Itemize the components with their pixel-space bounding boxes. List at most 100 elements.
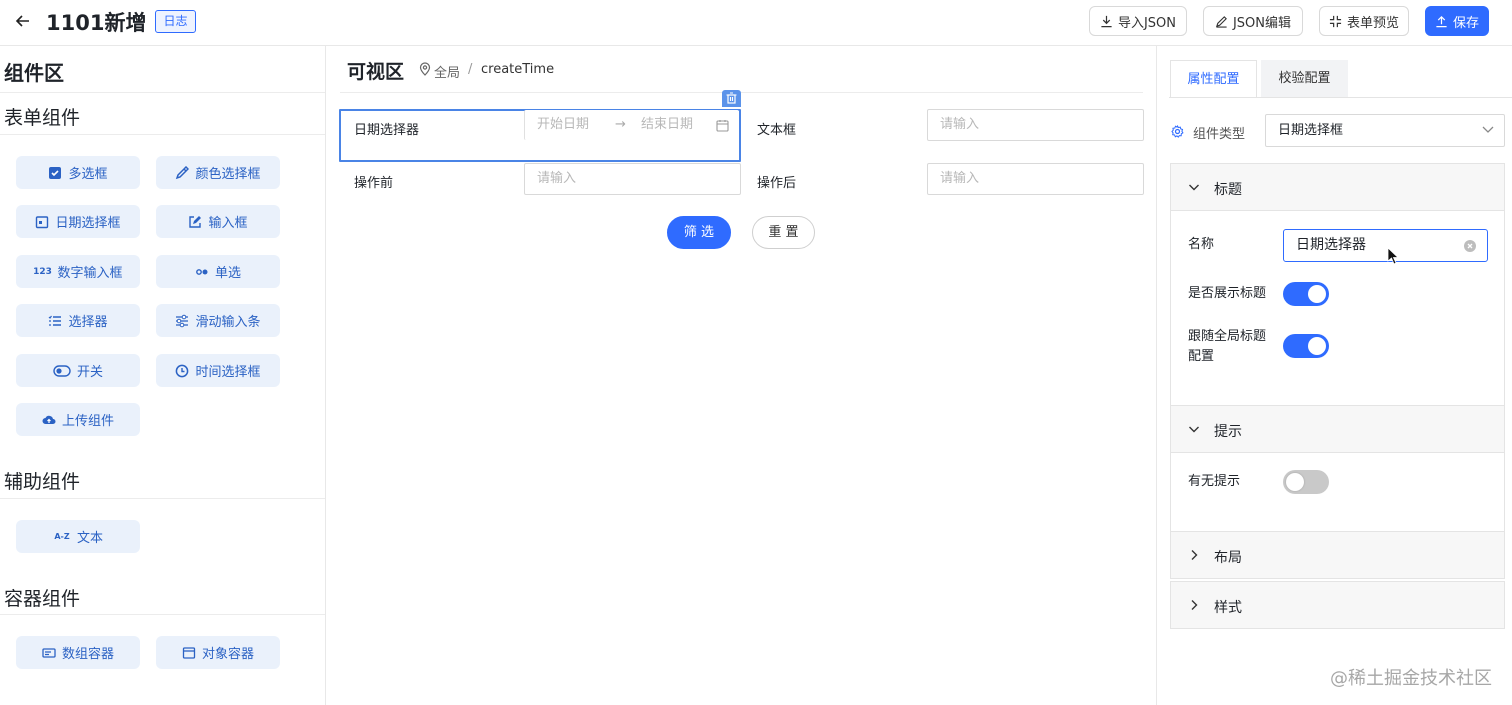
component-switch[interactable]: 开关 [16, 354, 140, 387]
component-object-container[interactable]: 对象容器 [156, 636, 280, 669]
save-label: 保存 [1452, 15, 1479, 31]
component-slider[interactable]: 滑动输入条 [156, 304, 280, 337]
component-time-picker[interactable]: 时间选择框 [156, 354, 280, 387]
panel-hint-body: 有无提示 [1170, 453, 1505, 531]
name-input-value: 日期选择器 [1296, 237, 1366, 253]
component-panel-title: 组件区 [4, 61, 64, 85]
breadcrumb-field: createTime [481, 62, 555, 77]
component-select[interactable]: 选择器 [16, 304, 140, 337]
top-header: 1101新增 日志 导入JSON JSON编辑 表单预览 保存 [0, 0, 1512, 46]
form-preview-label: 表单预览 [1346, 15, 1399, 31]
download-icon [1100, 15, 1113, 28]
text-field-input[interactable]: 请输入 [927, 109, 1144, 141]
start-date-placeholder: 开始日期 [537, 117, 590, 132]
delete-icon[interactable] [722, 90, 741, 107]
panel-layout-text: 布局 [1214, 550, 1242, 566]
date-range-input[interactable]: 开始日期 → 结束日期 [524, 110, 739, 140]
component-radio[interactable]: 单选 [156, 255, 280, 288]
clear-icon[interactable] [1464, 240, 1476, 252]
divider [0, 134, 325, 135]
checkbox-icon [48, 166, 62, 180]
edit-icon [1215, 15, 1228, 28]
divider [0, 92, 325, 93]
import-json-label: 导入JSON [1117, 15, 1177, 31]
component-color-picker[interactable]: 颜色选择框 [156, 156, 280, 189]
component-label: 时间选择框 [195, 365, 261, 380]
json-edit-button[interactable]: JSON编辑 [1203, 6, 1303, 36]
divider [0, 498, 325, 499]
divider [340, 92, 1143, 93]
component-type-label: 组件类型 [1193, 127, 1246, 142]
chevron-down-icon [1188, 181, 1200, 193]
range-arrow: → [615, 117, 626, 132]
before-field-label: 操作前 [354, 176, 394, 191]
component-label: 单选 [214, 266, 241, 281]
aux-components-heading: 辅助组件 [4, 471, 81, 493]
follow-global-switch[interactable] [1283, 334, 1329, 358]
component-type-value: 日期选择框 [1278, 123, 1344, 138]
divider [1169, 97, 1512, 98]
component-label: 数字输入框 [57, 266, 123, 281]
panel-style-header[interactable]: 样式 [1170, 581, 1505, 629]
breadcrumb-scope[interactable]: 全局 [434, 62, 460, 81]
panel-title-header[interactable]: 标题 [1170, 163, 1505, 211]
component-panel: 组件区 表单组件 多选框 颜色选择框 日期选择框 输入框 123 数字输入框 单… [0, 46, 326, 705]
panel-title-text: 标题 [1214, 182, 1242, 198]
number-icon: 123 [33, 266, 52, 277]
component-input[interactable]: 输入框 [156, 205, 280, 238]
watermark: @稀土掘金技术社区 [1330, 668, 1492, 689]
has-hint-switch[interactable] [1283, 470, 1329, 494]
clock-icon [175, 364, 189, 378]
mouse-cursor-icon [1387, 247, 1399, 265]
panel-layout-header[interactable]: 布局 [1170, 531, 1505, 579]
before-field-input[interactable]: 请输入 [524, 163, 741, 195]
toggle-icon [53, 364, 71, 378]
gear-icon [1171, 125, 1184, 138]
component-label: 输入框 [208, 216, 248, 231]
after-field-input[interactable]: 请输入 [927, 163, 1144, 195]
divider [0, 614, 325, 615]
array-box-icon [42, 646, 56, 660]
follow-global-label-line2: 配置 [1188, 349, 1215, 364]
save-button[interactable]: 保存 [1425, 6, 1489, 36]
chevron-right-icon [1188, 549, 1200, 561]
component-checkbox[interactable]: 多选框 [16, 156, 140, 189]
name-input[interactable]: 日期选择器 [1283, 229, 1488, 262]
follow-global-label-line1: 跟随全局标题 [1188, 329, 1267, 344]
has-hint-label: 有无提示 [1188, 474, 1241, 489]
chevron-right-icon [1188, 599, 1200, 611]
visual-area-title: 可视区 [347, 61, 405, 83]
json-edit-label: JSON编辑 [1232, 15, 1292, 31]
component-number-input[interactable]: 123 数字输入框 [16, 255, 140, 288]
compress-icon [1329, 15, 1342, 28]
az-icon: A-Z [54, 532, 70, 541]
tab-validation[interactable]: 校验配置 [1261, 60, 1348, 98]
chevron-down-icon [1188, 423, 1200, 435]
component-label: 日期选择框 [55, 216, 121, 231]
edit-square-icon [188, 215, 202, 229]
import-json-button[interactable]: 导入JSON [1089, 6, 1187, 36]
component-text[interactable]: A-Z 文本 [16, 520, 140, 553]
component-type-select[interactable]: 日期选择框 [1265, 114, 1505, 147]
object-box-icon [182, 646, 196, 660]
component-label: 开关 [76, 365, 103, 380]
log-tag: 日志 [155, 10, 196, 33]
back-arrow-icon[interactable] [14, 12, 32, 30]
component-label: 滑动输入条 [195, 315, 261, 330]
component-label: 文本 [76, 531, 103, 546]
form-preview-button[interactable]: 表单预览 [1319, 6, 1409, 36]
end-date-placeholder: 结束日期 [641, 117, 694, 132]
date-picker-label: 日期选择器 [354, 123, 420, 138]
filter-button[interactable]: 筛 选 [667, 216, 731, 249]
tab-properties[interactable]: 属性配置 [1170, 60, 1257, 98]
component-label: 上传组件 [61, 414, 114, 429]
show-title-switch[interactable] [1283, 282, 1329, 306]
panel-hint-header[interactable]: 提示 [1170, 405, 1505, 453]
radio-dots-icon [195, 265, 209, 279]
component-array-container[interactable]: 数组容器 [16, 636, 140, 669]
cloud-upload-icon [42, 413, 56, 427]
component-upload[interactable]: 上传组件 [16, 403, 140, 436]
page-title: 1101新增 [46, 11, 147, 35]
reset-button[interactable]: 重 置 [752, 216, 815, 249]
component-date-picker[interactable]: 日期选择框 [16, 205, 140, 238]
